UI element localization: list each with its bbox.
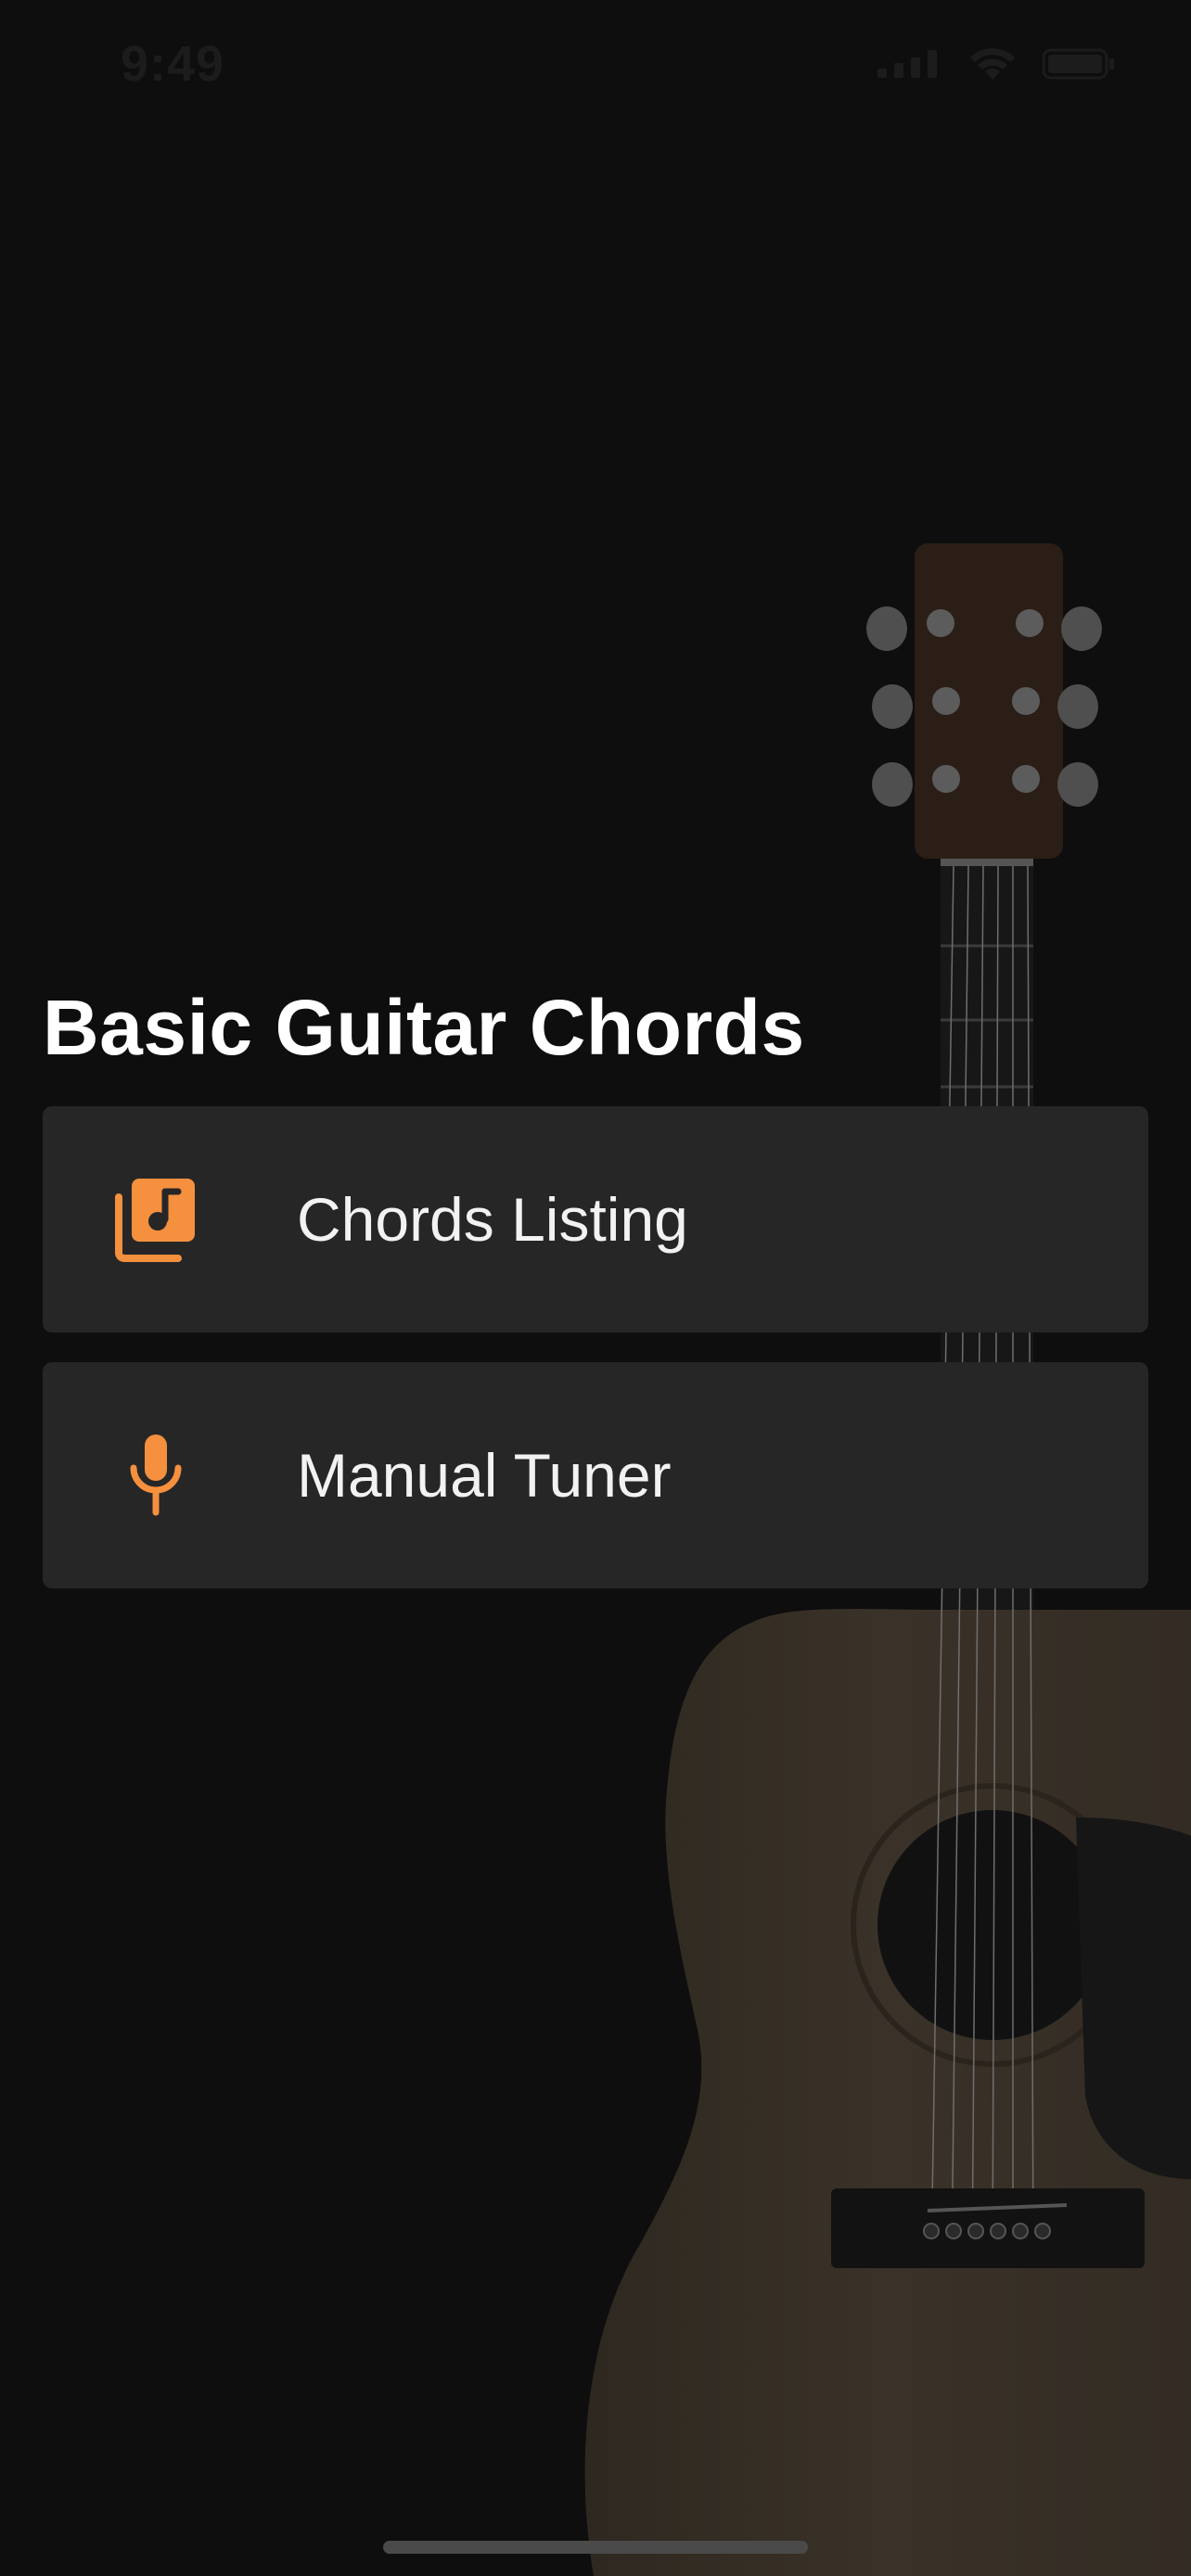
manual-tuner-button[interactable]: Manual Tuner (43, 1362, 1148, 1588)
manual-tuner-label: Manual Tuner (297, 1441, 672, 1510)
chords-listing-label: Chords Listing (297, 1185, 688, 1254)
page-title: Basic Guitar Chords (43, 984, 805, 1071)
battery-icon (1043, 48, 1114, 80)
signal-icon (877, 50, 937, 78)
status-bar: 9:49 (0, 0, 1191, 139)
music-library-icon (115, 1179, 195, 1262)
status-time: 9:49 (121, 36, 225, 92)
app-screen: 9:49 Basic Guitar Chords Chords Listing … (0, 0, 1191, 2576)
wifi-icon (970, 48, 1015, 80)
chords-listing-button[interactable]: Chords Listing (43, 1106, 1148, 1333)
home-indicator[interactable] (383, 2541, 808, 2554)
microphone-icon (130, 1435, 182, 1516)
status-icons (877, 46, 1117, 82)
